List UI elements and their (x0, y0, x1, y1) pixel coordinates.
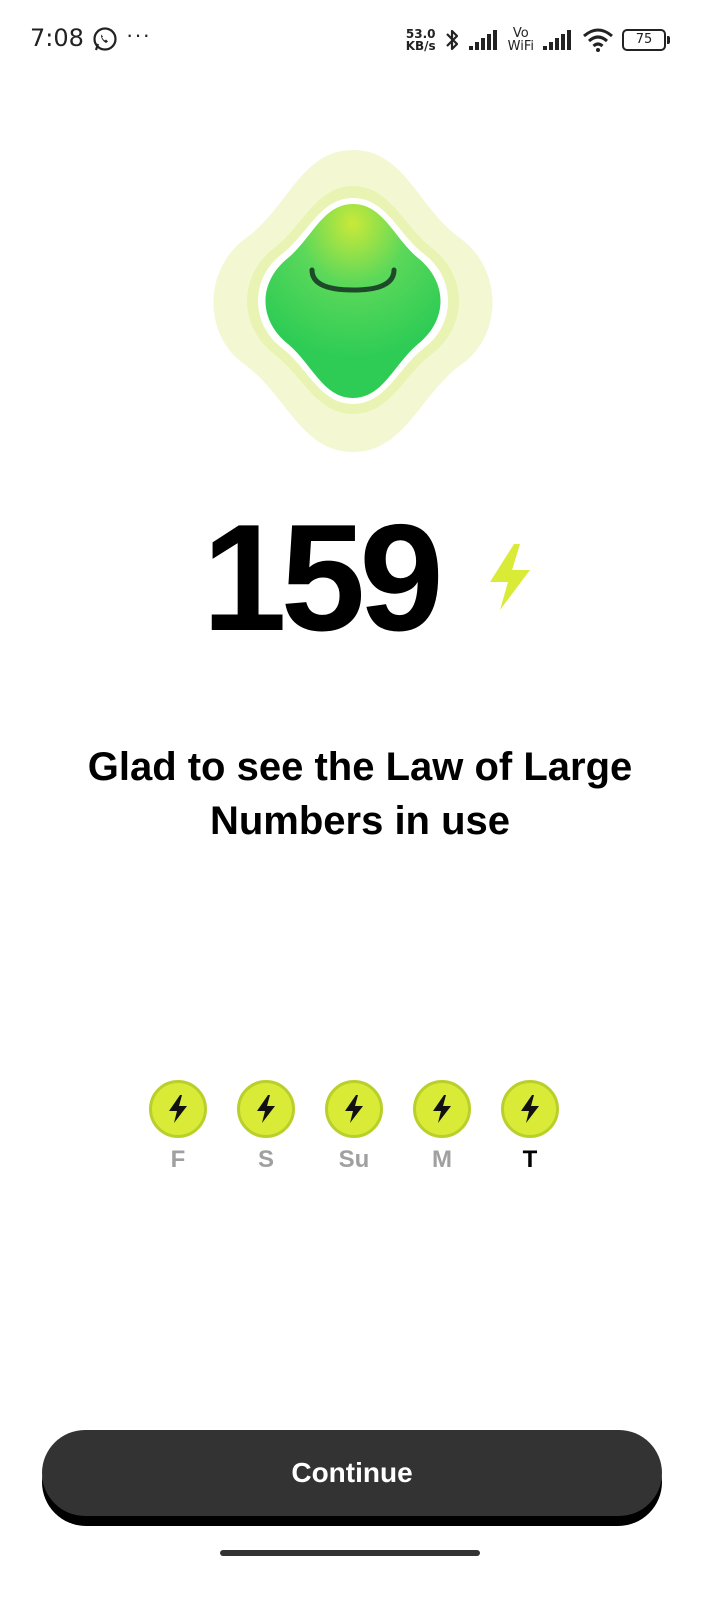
streak-day-badge (413, 1080, 471, 1138)
streak-day-badge (325, 1080, 383, 1138)
whatsapp-icon (93, 27, 117, 51)
streak-day-badge (237, 1080, 295, 1138)
status-time: 7:08 (30, 24, 84, 52)
streak-day-label: F (170, 1146, 186, 1173)
streak-day: Su (322, 1080, 386, 1174)
status-bar: 7:08 ··· 53.0 KB/s Vo WiFi 75 (0, 0, 720, 80)
home-indicator[interactable] (220, 1550, 480, 1556)
score-row: 159 (0, 498, 720, 658)
signal-icon-2 (543, 30, 571, 50)
lightning-bolt-icon (521, 1095, 539, 1123)
battery-icon: 75 (622, 29, 670, 51)
lightning-bolt-icon (169, 1095, 187, 1123)
lightning-bolt-icon (490, 544, 530, 610)
streak-day: S (234, 1080, 298, 1174)
signal-icon (468, 30, 497, 50)
wifi-icon (583, 28, 613, 52)
mascot-smile-icon (213, 150, 493, 452)
vowifi-bottom: WiFi (507, 39, 534, 54)
streak-day-current: T (498, 1080, 562, 1174)
more-notifications-icon: ··· (126, 22, 151, 47)
score-value: 159 (202, 493, 444, 663)
streak-day-badge (501, 1080, 559, 1138)
network-speed: 53.0 KB/s (406, 28, 436, 52)
streak-day-label: S (257, 1146, 274, 1173)
encouragement-message: Glad to see the Law of Large Numbers in … (87, 745, 633, 843)
streak-day-label: M (432, 1146, 452, 1173)
bluetooth-icon (445, 29, 458, 51)
streak-day: M (410, 1080, 474, 1174)
continue-button[interactable]: Continue (42, 1430, 662, 1516)
status-icons: 53.0 KB/s Vo WiFi 75 (406, 22, 670, 58)
streak-day-label: Su (338, 1146, 370, 1173)
lightning-bolt-icon (433, 1095, 451, 1123)
network-speed-unit: KB/s (405, 39, 436, 53)
streak-day: F (146, 1080, 210, 1174)
lightning-bolt-icon (345, 1095, 363, 1123)
streak-day-label: T (522, 1146, 538, 1173)
lightning-bolt-icon (257, 1095, 275, 1123)
streak-day-badge (149, 1080, 207, 1138)
vowifi-indicator: Vo WiFi (508, 27, 534, 53)
